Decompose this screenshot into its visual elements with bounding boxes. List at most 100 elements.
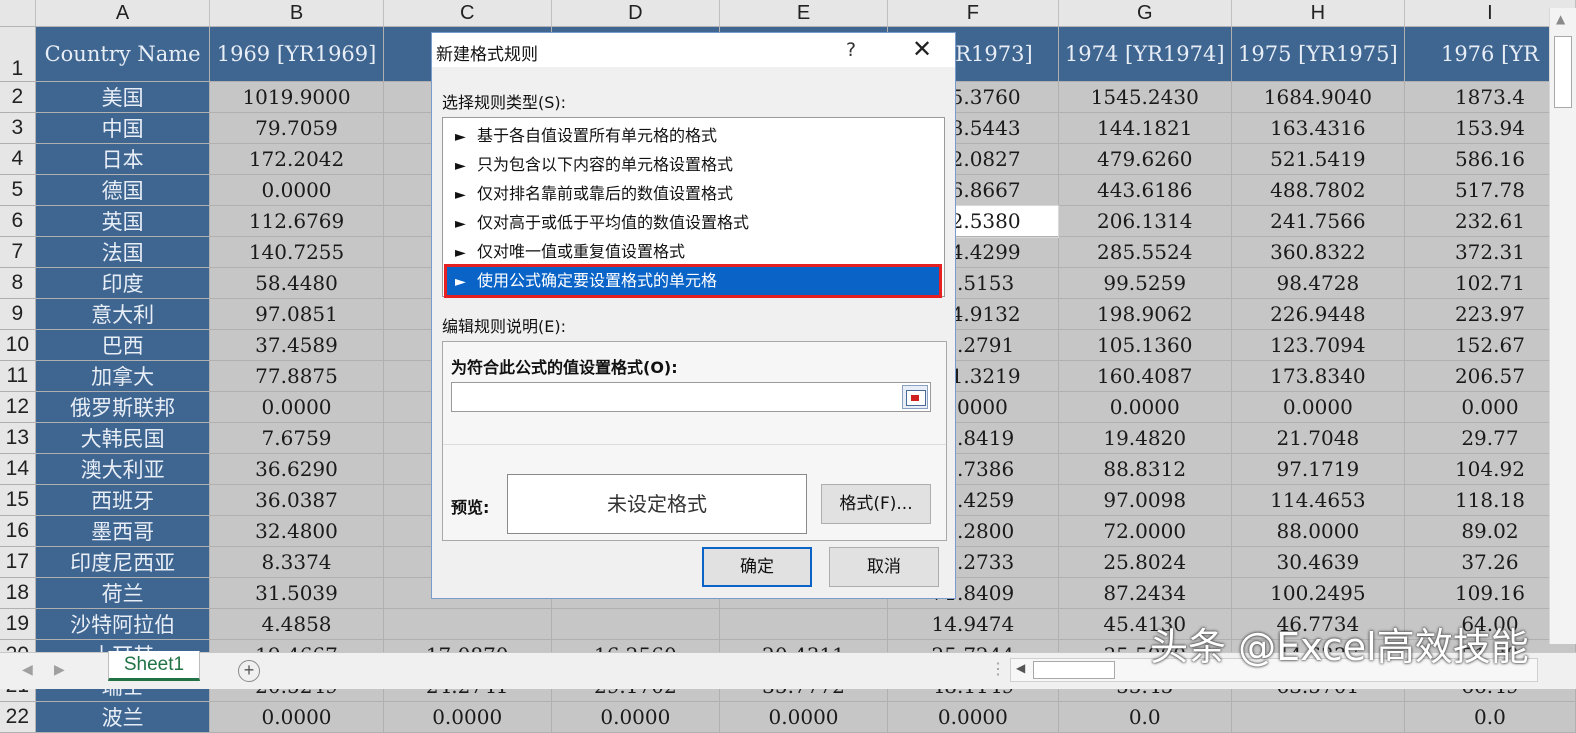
data-cell[interactable]: 488.7802 (1231, 174, 1405, 206)
column-header-c[interactable]: C (383, 0, 552, 27)
data-cell[interactable]: 21.7048 (1231, 422, 1405, 454)
data-cell[interactable] (1231, 701, 1405, 733)
rule-type-item[interactable]: ► 仅对排名靠前或靠后的数值设置格式 (447, 180, 939, 208)
data-cell[interactable]: 7.6759 (209, 422, 384, 454)
row-number[interactable]: 6 (0, 205, 36, 237)
country-name-cell[interactable]: 大韩民国 (35, 422, 211, 454)
country-name-cell[interactable]: 中国 (35, 112, 211, 144)
data-cell[interactable]: 112.6769 (209, 205, 384, 237)
country-name-cell[interactable]: 澳大利亚 (35, 453, 211, 485)
rule-type-list[interactable]: ► 基于各自值设置所有单元格的格式 ► 只为包含以下内容的单元格设置格式 ► 仅对排名靠前… (442, 117, 945, 298)
data-cell[interactable]: 0.0000 (887, 701, 1059, 733)
data-cell[interactable]: 97.1719 (1231, 453, 1405, 485)
country-name-cell[interactable]: 荷兰 (35, 577, 211, 609)
row-number[interactable]: 16 (0, 515, 36, 547)
data-cell[interactable]: 521.5419 (1231, 143, 1405, 175)
rule-type-item[interactable]: ► 仅对高于或低于平均值的数值设置格式 (447, 209, 939, 237)
country-name-cell[interactable]: 加拿大 (35, 360, 211, 392)
column-header-f[interactable]: F (887, 0, 1059, 27)
data-cell[interactable]: 88.8312 (1058, 453, 1232, 485)
data-cell[interactable]: 443.6186 (1058, 174, 1232, 206)
select-all-corner[interactable] (0, 0, 36, 27)
column-title-cell[interactable]: 1975 [YR1975] (1231, 26, 1405, 82)
row-number[interactable]: 4 (0, 143, 36, 175)
add-sheet-icon[interactable]: + (238, 660, 260, 682)
country-name-cell[interactable]: 意大利 (35, 298, 211, 330)
data-cell[interactable]: 31.5039 (209, 577, 384, 609)
rule-type-item[interactable]: ► 仅对唯一值或重复值设置格式 (447, 238, 939, 266)
data-cell[interactable]: 0.0000 (209, 391, 384, 423)
column-header-d[interactable]: D (551, 0, 720, 27)
data-cell[interactable]: 173.8340 (1231, 360, 1405, 392)
country-name-cell[interactable]: 美国 (35, 81, 211, 113)
row-number[interactable]: 22 (0, 701, 36, 733)
row-number[interactable]: 19 (0, 608, 36, 640)
data-cell[interactable]: 97.0098 (1058, 484, 1232, 516)
scroll-up-icon[interactable]: ▲ (1556, 12, 1565, 26)
data-cell[interactable] (383, 608, 552, 640)
country-name-cell[interactable]: 印度尼西亚 (35, 546, 211, 578)
country-name-cell[interactable]: 法国 (35, 236, 211, 268)
country-name-cell[interactable]: 波兰 (35, 701, 211, 733)
row-number[interactable]: 3 (0, 112, 36, 144)
country-name-cell[interactable]: 西班牙 (35, 484, 211, 516)
data-cell[interactable]: 144.1821 (1058, 112, 1232, 144)
data-cell[interactable]: 206.1314 (1058, 205, 1232, 237)
row-number[interactable]: 10 (0, 329, 36, 361)
data-cell[interactable] (719, 608, 889, 640)
row-number[interactable]: 11 (0, 360, 36, 392)
data-cell[interactable]: 0.0000 (719, 701, 889, 733)
data-cell[interactable]: 163.4316 (1231, 112, 1405, 144)
data-cell[interactable]: 100.2495 (1231, 577, 1405, 609)
data-cell[interactable]: 160.4087 (1058, 360, 1232, 392)
data-cell[interactable] (551, 608, 720, 640)
data-cell[interactable]: 77.8875 (209, 360, 384, 392)
data-cell[interactable]: 88.0000 (1231, 515, 1405, 547)
row-number[interactable]: 15 (0, 484, 36, 516)
data-cell[interactable]: 123.7094 (1231, 329, 1405, 361)
data-cell[interactable]: 0.0000 (209, 174, 384, 206)
split-handle-icon[interactable]: ⋮ (990, 659, 1006, 679)
row-number[interactable]: 9 (0, 298, 36, 330)
data-cell[interactable]: 79.7059 (209, 112, 384, 144)
rule-type-item[interactable]: ► 使用公式确定要设置格式的单元格 (444, 264, 942, 298)
data-cell[interactable]: 140.7255 (209, 236, 384, 268)
data-cell[interactable]: 0.0000 (383, 701, 552, 733)
sheet-tab-sheet1[interactable]: Sheet1 (108, 651, 200, 681)
data-cell[interactable]: 198.9062 (1058, 298, 1232, 330)
data-cell[interactable]: 4.4858 (209, 608, 384, 640)
column-header-a[interactable]: A (35, 0, 211, 27)
ok-button[interactable]: 确定 (702, 547, 812, 587)
row-number[interactable]: 12 (0, 391, 36, 423)
data-cell[interactable]: 0.0000 (551, 701, 720, 733)
country-name-cell[interactable]: 德国 (35, 174, 211, 206)
row-number[interactable]: 17 (0, 546, 36, 578)
data-cell[interactable]: 241.7566 (1231, 205, 1405, 237)
column-header-e[interactable]: E (719, 0, 889, 27)
data-cell[interactable]: 58.4480 (209, 267, 384, 299)
data-cell[interactable]: 1545.2430 (1058, 81, 1232, 113)
data-cell[interactable]: 98.4728 (1231, 267, 1405, 299)
column-header-b[interactable]: B (209, 0, 384, 27)
formula-input[interactable] (451, 382, 931, 412)
country-name-cell[interactable]: 日本 (35, 143, 211, 175)
data-cell[interactable]: 36.6290 (209, 453, 384, 485)
vertical-scroll-thumb[interactable] (1554, 36, 1572, 108)
dialog-titlebar[interactable]: 新建格式规则 ? ✕ (432, 33, 955, 67)
data-cell[interactable]: 105.1360 (1058, 329, 1232, 361)
data-cell[interactable]: 97.0851 (209, 298, 384, 330)
help-icon[interactable]: ? (846, 39, 856, 61)
country-name-cell[interactable]: 沙特阿拉伯 (35, 608, 211, 640)
data-cell[interactable]: 360.8322 (1231, 236, 1405, 268)
close-icon[interactable]: ✕ (912, 35, 932, 63)
data-cell[interactable]: 72.0000 (1058, 515, 1232, 547)
data-cell[interactable]: 1684.9040 (1231, 81, 1405, 113)
row-number[interactable]: 13 (0, 422, 36, 454)
range-select-icon[interactable] (902, 385, 928, 409)
data-cell[interactable]: 99.5259 (1058, 267, 1232, 299)
format-button[interactable]: 格式(F)... (821, 484, 931, 524)
sheet-prev-icon[interactable]: ◀ (22, 661, 33, 678)
cancel-button[interactable]: 取消 (829, 547, 939, 587)
data-cell[interactable]: 37.4589 (209, 329, 384, 361)
column-header-g[interactable]: G (1058, 0, 1232, 27)
